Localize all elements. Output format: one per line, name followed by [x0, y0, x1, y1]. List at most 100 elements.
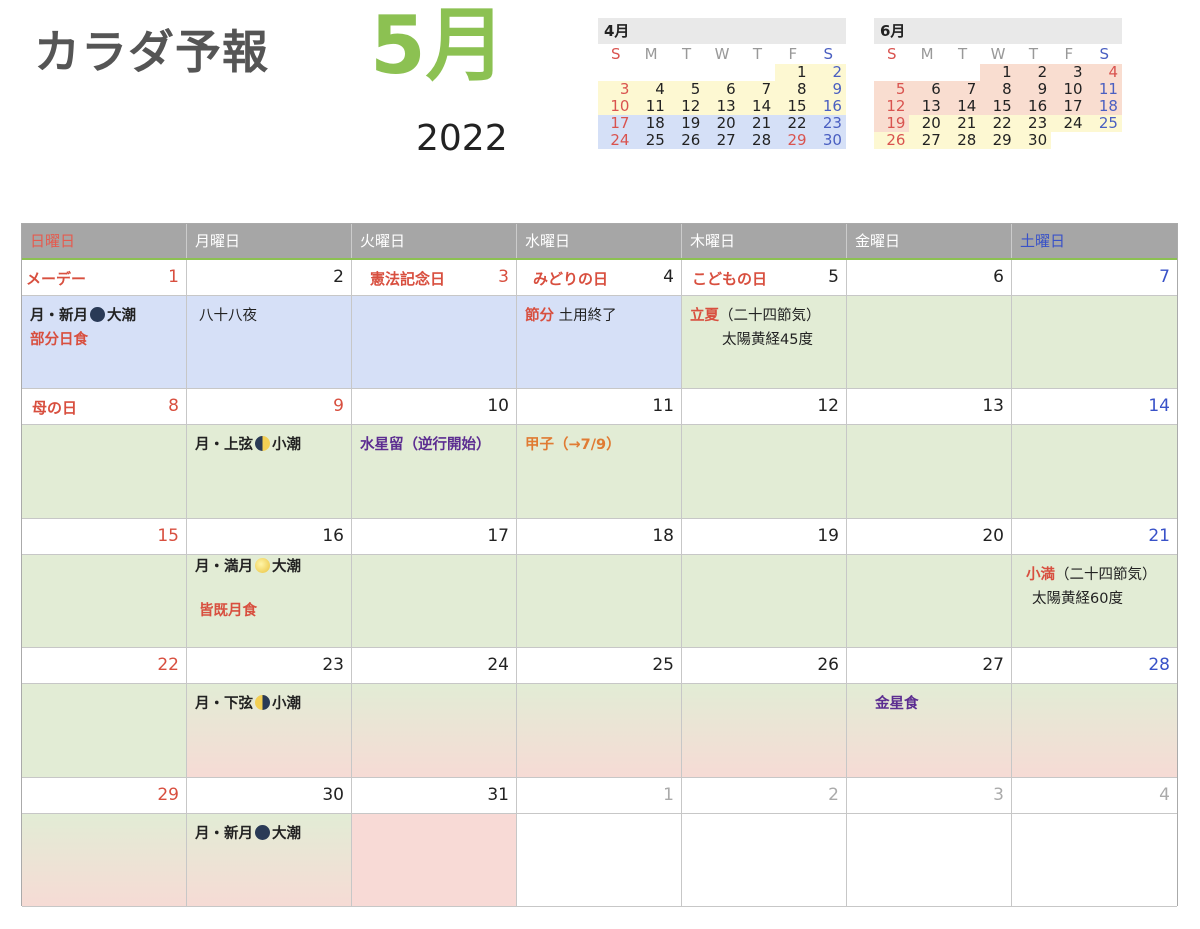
event-cell[interactable] — [352, 684, 517, 778]
event-cell[interactable]: 月・満月 大潮 皆既月食 — [187, 554, 352, 649]
event-cell[interactable] — [847, 425, 1012, 519]
event-text: 大潮 — [272, 825, 301, 842]
mini-day: 14 — [739, 98, 776, 115]
day-cell[interactable]: 29 — [22, 777, 187, 814]
day-cell[interactable]: 2 — [187, 260, 352, 296]
event-cell[interactable] — [517, 813, 682, 907]
event-cell[interactable]: 甲子（→7/9） — [517, 425, 682, 519]
event-cell[interactable] — [682, 813, 847, 907]
mini-day: 23 — [1015, 115, 1052, 132]
day-cell[interactable]: みどりの日 4 — [517, 260, 682, 296]
day-cell[interactable]: 26 — [682, 648, 847, 685]
holiday-label: こどもの日 — [692, 270, 768, 288]
day-cell[interactable]: 27 — [847, 648, 1012, 685]
event-cell[interactable] — [847, 554, 1012, 649]
day-cell[interactable]: 14 — [1012, 389, 1177, 426]
event-cell[interactable] — [22, 813, 187, 907]
day-number: 26 — [817, 655, 839, 676]
day-cell[interactable]: 母の日 8 — [22, 389, 187, 426]
event-text: 八十八夜 — [199, 308, 257, 324]
day-cell[interactable]: 19 — [682, 518, 847, 555]
day-number: 14 — [1148, 396, 1170, 417]
event-cell[interactable]: 立夏（二十四節気） 太陽黄経45度 — [682, 296, 847, 390]
event-cell[interactable] — [352, 296, 517, 390]
day-cell[interactable]: こどもの日 5 — [682, 260, 847, 296]
day-cell[interactable]: 15 — [22, 518, 187, 555]
day-cell[interactable]: 28 — [1012, 648, 1177, 685]
day-cell[interactable]: 12 — [682, 389, 847, 426]
event-cell[interactable]: 月・新月 大潮 部分日食 — [22, 296, 187, 390]
day-cell[interactable]: 1 — [517, 777, 682, 814]
mini-day: 19 — [668, 115, 705, 132]
day-cell[interactable]: 24 — [352, 648, 517, 685]
event-cell[interactable] — [682, 425, 847, 519]
mini-calendar-june: 6月 S M T W T F S 1 2 3 4 5 6 7 8 9 10 11… — [874, 18, 1122, 149]
event-cell[interactable]: 月・上弦 小潮 — [187, 425, 352, 519]
week-row: メーデー 1 2 憲法記念日 3 みどりの日 4 こどもの日 5 6 7 月・新… — [22, 260, 1177, 390]
event-cell[interactable]: 八十八夜 — [187, 296, 352, 390]
event-cell[interactable] — [517, 554, 682, 649]
year-label: 2022 — [416, 118, 508, 159]
day-number: 18 — [652, 525, 674, 546]
mini-day: 30 — [810, 132, 846, 149]
day-cell[interactable]: 23 — [187, 648, 352, 685]
day-cell[interactable]: 18 — [517, 518, 682, 555]
event-text: 月・満月 — [195, 558, 253, 575]
event-cell[interactable]: 小満（二十四節気） 太陽黄経60度 — [1012, 554, 1177, 649]
event-cell[interactable] — [22, 554, 187, 649]
event-cell[interactable] — [682, 554, 847, 649]
weekday-label: 火曜日 — [352, 224, 517, 258]
mini-day: 5 — [874, 81, 910, 98]
event-cell[interactable] — [1012, 425, 1177, 519]
mini-day: 26 — [874, 132, 910, 149]
mini-day: 16 — [810, 98, 846, 115]
event-cell[interactable]: 節分 土用終了 — [517, 296, 682, 390]
day-cell[interactable]: 17 — [352, 518, 517, 555]
event-cell[interactable] — [1012, 296, 1177, 390]
day-cell[interactable]: 31 — [352, 777, 517, 814]
mini-day: 8 — [775, 81, 811, 98]
day-cell[interactable]: 30 — [187, 777, 352, 814]
day-cell[interactable]: 3 — [847, 777, 1012, 814]
weekday-label: 木曜日 — [682, 224, 847, 258]
event-cell[interactable] — [1012, 684, 1177, 778]
day-cell[interactable]: 4 — [1012, 777, 1177, 814]
event-cell[interactable]: 月・新月 大潮 — [187, 813, 352, 907]
event-cell[interactable]: 水星留（逆行開始） — [352, 425, 517, 519]
day-cell[interactable]: 25 — [517, 648, 682, 685]
event-cell[interactable] — [352, 813, 517, 907]
mini-day: 27 — [704, 132, 740, 149]
event-cell[interactable] — [517, 684, 682, 778]
day-cell[interactable]: 6 — [847, 260, 1012, 296]
mini-calendar-april: 4月 S M T W T F S 1 2 3 4 5 6 7 8 9 10 11… — [598, 18, 846, 149]
day-cell[interactable]: 13 — [847, 389, 1012, 426]
mini-day: 1 — [775, 64, 811, 81]
mini-day: 18 — [1086, 98, 1122, 115]
day-cell[interactable]: 2 — [682, 777, 847, 814]
event-cell[interactable] — [1012, 813, 1177, 907]
day-cell[interactable]: 憲法記念日 3 — [352, 260, 517, 296]
event-cell[interactable] — [22, 425, 187, 519]
mini-dow: W — [714, 45, 730, 63]
day-cell[interactable]: 21 — [1012, 518, 1177, 555]
day-cell[interactable]: 10 — [352, 389, 517, 426]
mini-day: 23 — [810, 115, 846, 132]
event-cell[interactable] — [847, 296, 1012, 390]
day-cell[interactable]: 7 — [1012, 260, 1177, 296]
event-cell[interactable]: 金星食 — [847, 684, 1012, 778]
day-cell[interactable]: 11 — [517, 389, 682, 426]
last-quarter-moon-icon — [255, 695, 270, 711]
mini-day: 7 — [944, 81, 981, 98]
day-cell[interactable]: メーデー 1 — [22, 260, 187, 296]
day-cell[interactable]: 16 — [187, 518, 352, 555]
event-cell[interactable] — [847, 813, 1012, 907]
event-cell[interactable] — [352, 554, 517, 649]
day-cell[interactable]: 20 — [847, 518, 1012, 555]
new-moon-icon — [255, 824, 270, 840]
event-cell[interactable]: 月・下弦 小潮 — [187, 684, 352, 778]
day-cell[interactable]: 22 — [22, 648, 187, 685]
day-cell[interactable]: 9 — [187, 389, 352, 426]
event-cell[interactable] — [682, 684, 847, 778]
day-number: 3 — [498, 267, 509, 287]
event-cell[interactable] — [22, 684, 187, 778]
